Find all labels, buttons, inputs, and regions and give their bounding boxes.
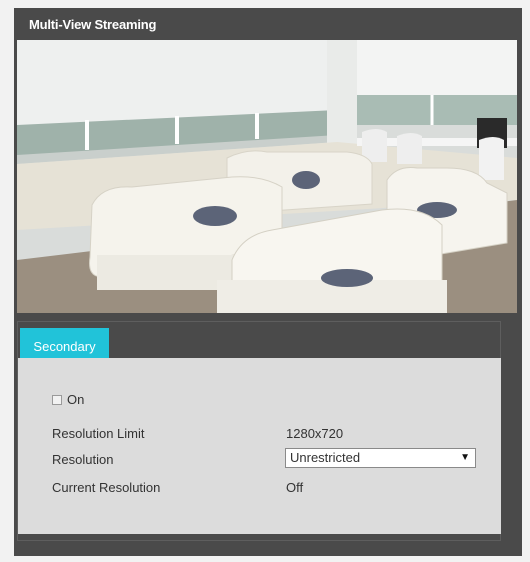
resolution-selected-value: Unrestricted	[290, 450, 361, 465]
resolution-limit-value: 1280x720	[286, 426, 344, 441]
on-checkbox-group[interactable]: On	[52, 392, 84, 407]
current-resolution-label: Current Resolution	[52, 480, 161, 495]
on-checkbox-label[interactable]: On	[67, 392, 84, 407]
resolution-limit-label: Resolution Limit	[52, 426, 145, 441]
resolution-label: Resolution	[52, 452, 114, 467]
resolution-select[interactable]: Unrestricted ▼	[285, 448, 476, 468]
on-checkbox[interactable]	[52, 394, 62, 405]
panel-title: Multi-View Streaming	[29, 17, 157, 32]
chevron-down-icon: ▼	[460, 452, 470, 463]
camera-image	[17, 40, 517, 313]
tab-content	[18, 358, 501, 534]
current-resolution-value: Off	[286, 480, 304, 495]
camera-video-feed	[17, 40, 517, 313]
